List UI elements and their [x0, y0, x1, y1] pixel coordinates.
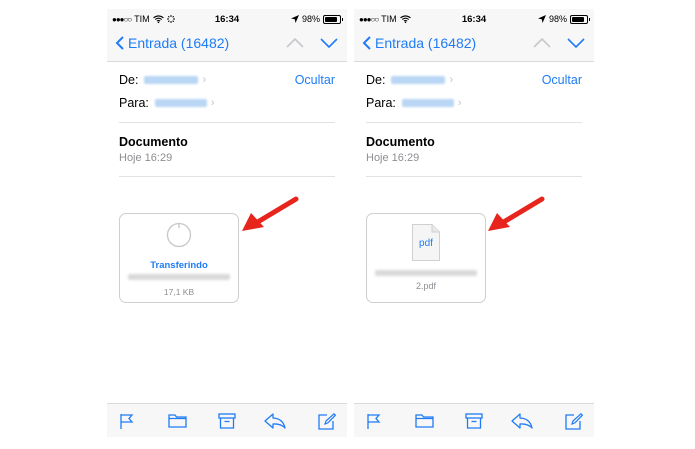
attachment-size: 17,1 KB — [163, 287, 195, 297]
bottom-toolbar — [107, 403, 347, 437]
phone-screen-right: ●●●○○ TIM 16:34 98% Entrada (16482) De: … — [354, 9, 594, 437]
compose-icon[interactable] — [318, 413, 336, 430]
sender-redacted — [391, 76, 446, 84]
chevron-left-icon — [362, 36, 371, 50]
from-row[interactable]: De: › — [366, 73, 453, 87]
chevron-left-icon — [115, 36, 124, 50]
battery-percent: 98% — [301, 14, 320, 24]
back-button-label: Entrada (16482) — [128, 35, 230, 51]
attachment-status: Transferindo — [150, 260, 208, 271]
chevron-down-icon[interactable] — [320, 38, 338, 48]
chevron-right-icon: › — [210, 97, 215, 109]
chevron-right-icon: › — [202, 74, 207, 86]
chevron-up-icon[interactable] — [533, 38, 551, 48]
back-button[interactable]: Entrada (16482) — [362, 35, 476, 51]
flag-icon[interactable] — [119, 413, 135, 430]
status-bar: ●●●○○ TIM 16:34 98% — [354, 9, 594, 29]
message-date: Hoje 16:29 — [119, 152, 173, 164]
recipient-redacted — [401, 99, 454, 107]
flag-icon[interactable] — [366, 413, 382, 430]
battery-icon — [570, 14, 590, 24]
progress-ring-icon — [166, 222, 192, 248]
divider — [366, 122, 582, 123]
back-button[interactable]: Entrada (16482) — [115, 35, 229, 51]
from-row[interactable]: De: › — [119, 73, 206, 87]
to-row[interactable]: Para: › — [119, 96, 215, 110]
battery-icon — [323, 14, 343, 24]
folder-icon[interactable] — [168, 413, 187, 428]
navigation-bar: Entrada (16482) — [107, 29, 347, 62]
to-label: Para: — [366, 96, 396, 110]
attachment-card[interactable]: pdf 2.pdf — [366, 213, 486, 303]
bottom-toolbar — [354, 403, 594, 437]
back-button-label: Entrada (16482) — [375, 35, 477, 51]
annotation-arrow-left — [242, 196, 299, 231]
archive-icon[interactable] — [465, 413, 483, 429]
phone-screen-left: ●●●○○ TIM 16:34 98% Entrada (16482) De: … — [107, 9, 347, 437]
attachment-card[interactable]: Transferindo 17,1 KB — [119, 213, 239, 303]
hide-details-link[interactable]: Ocultar — [542, 73, 582, 87]
folder-icon[interactable] — [415, 413, 434, 428]
chevron-right-icon: › — [457, 97, 462, 109]
divider — [119, 122, 335, 123]
sender-redacted — [144, 76, 199, 84]
annotation-arrow-right — [488, 196, 545, 231]
attachment-filename-redacted — [375, 270, 477, 276]
chevron-up-icon[interactable] — [286, 38, 304, 48]
battery-percent: 98% — [548, 14, 567, 24]
from-label: De: — [119, 73, 139, 87]
from-label: De: — [366, 73, 386, 87]
file-type-label: pdf — [419, 238, 433, 249]
message-date: Hoje 16:29 — [366, 152, 420, 164]
attachment-filename: 2.pdf — [415, 281, 437, 291]
to-label: Para: — [119, 96, 149, 110]
archive-icon[interactable] — [218, 413, 236, 429]
navigation-bar: Entrada (16482) — [354, 29, 594, 62]
recipient-redacted — [154, 99, 207, 107]
divider — [119, 176, 335, 177]
compose-icon[interactable] — [565, 413, 583, 430]
status-bar: ●●●○○ TIM 16:34 98% — [107, 9, 347, 29]
message-subject: Documento — [119, 135, 188, 149]
hide-details-link[interactable]: Ocultar — [295, 73, 335, 87]
reply-icon[interactable] — [511, 413, 533, 429]
attachment-filename-redacted — [128, 274, 230, 280]
chevron-right-icon: › — [449, 74, 454, 86]
divider — [366, 176, 582, 177]
location-icon — [537, 15, 546, 23]
reply-icon[interactable] — [264, 413, 286, 429]
location-icon — [290, 15, 299, 23]
to-row[interactable]: Para: › — [366, 96, 462, 110]
message-subject: Documento — [366, 135, 435, 149]
chevron-down-icon[interactable] — [567, 38, 585, 48]
